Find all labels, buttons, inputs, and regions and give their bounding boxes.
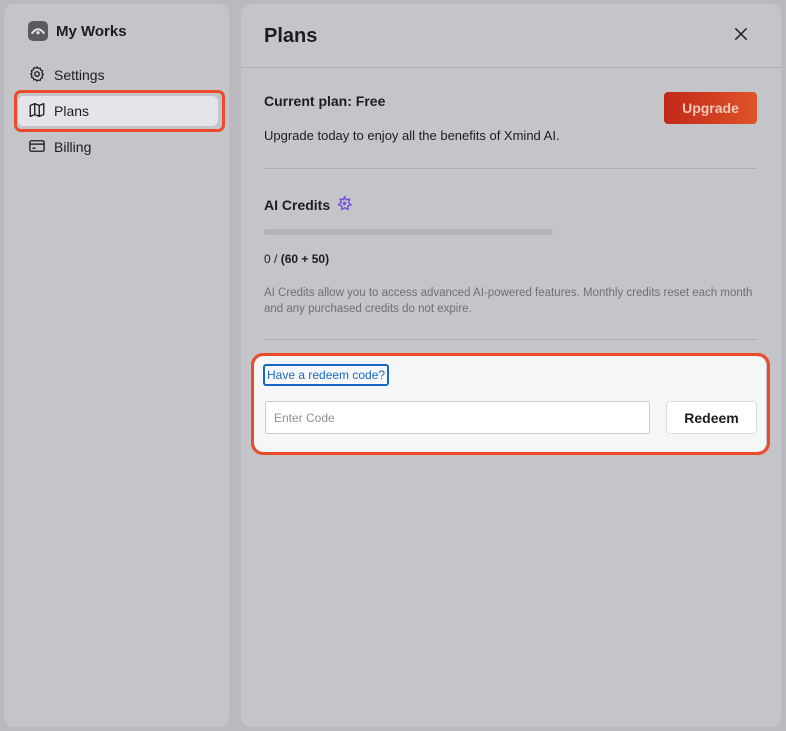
workspace-logo-icon: [28, 21, 48, 41]
current-plan-label: Current plan: Free: [264, 93, 386, 109]
redeem-button[interactable]: Redeem: [666, 401, 757, 434]
sidebar-item-label: Settings: [54, 67, 105, 83]
divider: [241, 67, 781, 68]
gear-icon: [28, 65, 46, 86]
credits-count: 0 / (60 + 50): [264, 252, 329, 266]
redeem-code-link[interactable]: Have a redeem code?: [263, 364, 390, 386]
sidebar: My Works Settings Plans Billing: [4, 4, 229, 727]
credits-progress-bar: [264, 229, 553, 235]
workspace-name: My Works: [56, 22, 127, 40]
redeem-code-input[interactable]: [265, 401, 650, 434]
credit-card-icon: [28, 137, 46, 158]
sidebar-item-label: Billing: [54, 139, 92, 155]
page-title: Plans: [264, 25, 318, 47]
divider: [264, 339, 757, 340]
workspace-header[interactable]: My Works: [18, 16, 218, 46]
sidebar-item-plans[interactable]: Plans: [18, 96, 218, 126]
credits-used: 0: [264, 252, 271, 266]
sidebar-item-billing[interactable]: Billing: [18, 132, 218, 162]
divider: [264, 168, 757, 169]
upgrade-description: Upgrade today to enjoy all the benefits …: [264, 128, 560, 143]
sidebar-item-label: Plans: [54, 103, 90, 119]
plans-panel: Plans Current plan: Free Upgrade Upgrade…: [241, 4, 781, 727]
upgrade-button[interactable]: Upgrade: [664, 92, 757, 124]
ai-credits-heading: AI Credits: [264, 195, 353, 215]
credits-separator: /: [270, 252, 281, 266]
sidebar-item-settings[interactable]: Settings: [18, 60, 218, 90]
ai-sparkle-icon: [336, 195, 353, 215]
close-button[interactable]: [729, 24, 753, 48]
ai-credits-title: AI Credits: [264, 197, 331, 213]
credits-total: (60 + 50): [280, 252, 330, 266]
close-icon: [732, 25, 750, 48]
credits-description: AI Credits allow you to access advanced …: [264, 287, 753, 315]
map-icon: [28, 101, 46, 122]
